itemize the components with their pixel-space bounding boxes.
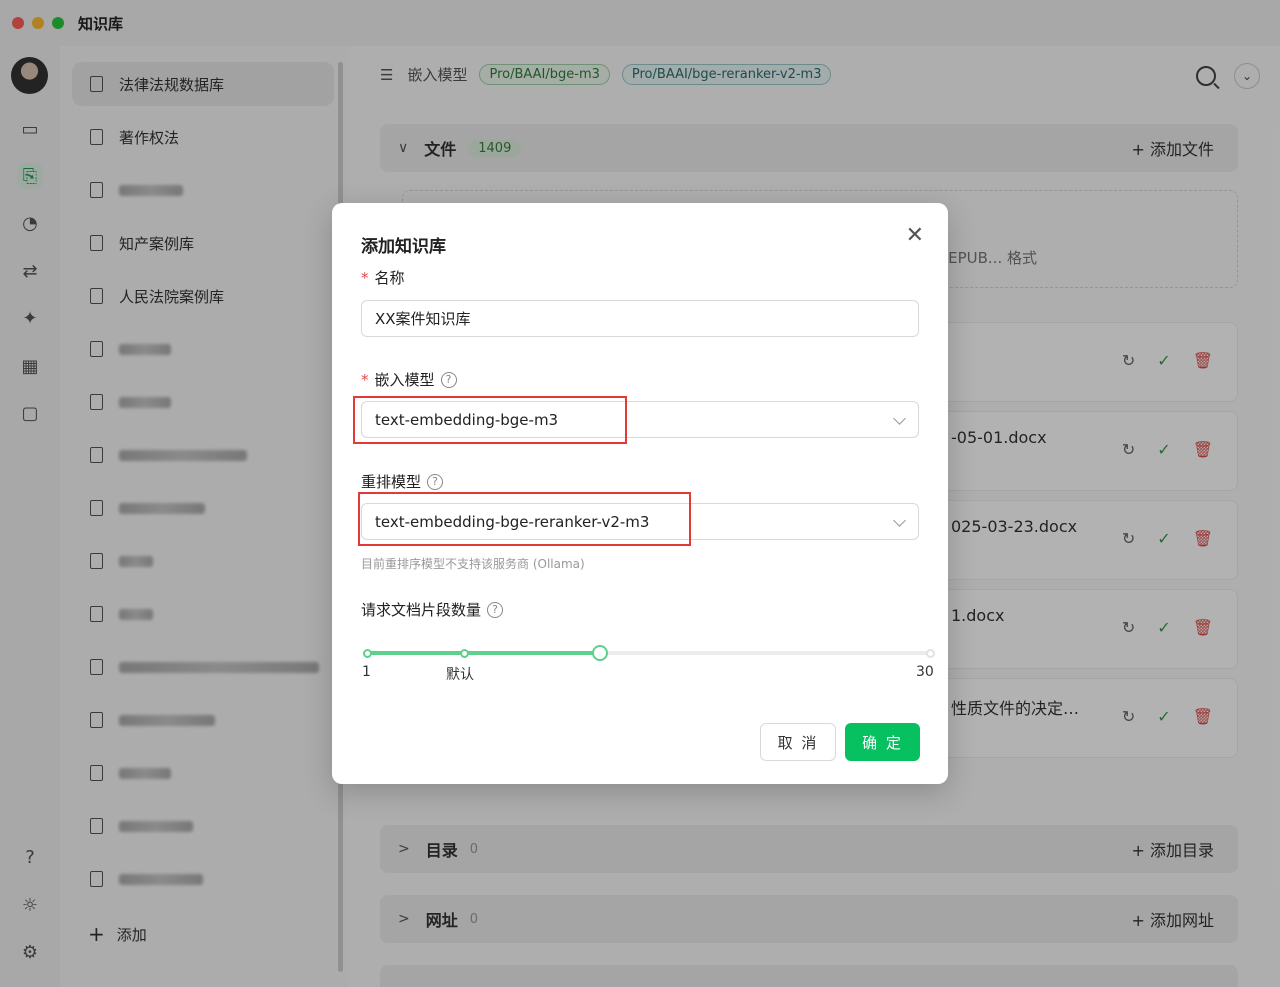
slider-default-dot <box>460 648 470 658</box>
rerank-hint: 目前重排序模型不支持该服务商 (Ollama) <box>361 557 585 571</box>
name-label-text: 名称 <box>374 269 405 287</box>
name-input-value: XX案件知识库 <box>375 310 471 328</box>
required-mark: * <box>361 370 369 389</box>
highlight-box <box>353 396 627 444</box>
slider-handle[interactable] <box>592 645 609 661</box>
name-input[interactable]: XX案件知识库 <box>361 300 919 337</box>
rerank-field-label: 重排模型? <box>361 471 444 492</box>
highlight-box <box>358 492 691 546</box>
name-field-label: * 名称 <box>361 267 405 288</box>
slider-default-label: 默认 <box>446 667 474 683</box>
help-icon[interactable]: ? <box>440 371 457 388</box>
slider-max-label: 30 <box>916 664 934 680</box>
slider-max-dot <box>926 648 935 658</box>
chunks-field-label: 请求文档片段数量? <box>361 599 504 620</box>
slider-min-label: 1 <box>362 664 371 680</box>
chunks-label-text: 请求文档片段数量 <box>361 601 482 619</box>
help-icon[interactable]: ? <box>487 601 504 618</box>
dialog-title: 添加知识库 <box>361 237 446 257</box>
embed-field-label: * 嵌入模型? <box>361 369 457 390</box>
chunks-slider[interactable] <box>363 645 935 661</box>
slider-min-dot <box>363 648 372 658</box>
ok-button[interactable]: 确 定 <box>845 723 920 761</box>
close-icon[interactable]: ✕ <box>906 225 924 247</box>
slider-fill <box>367 651 601 655</box>
add-kb-dialog: 添加知识库 ✕ * 名称 XX案件知识库 * 嵌入模型? text-embeddin… <box>332 203 948 784</box>
required-mark: * <box>361 268 369 287</box>
chevron-down-icon <box>893 412 906 425</box>
embed-label-text: 嵌入模型 <box>374 371 435 389</box>
chevron-down-icon <box>893 514 906 527</box>
help-icon[interactable]: ? <box>427 473 444 490</box>
cancel-button[interactable]: 取 消 <box>760 723 836 761</box>
rerank-label-text: 重排模型 <box>361 473 422 491</box>
